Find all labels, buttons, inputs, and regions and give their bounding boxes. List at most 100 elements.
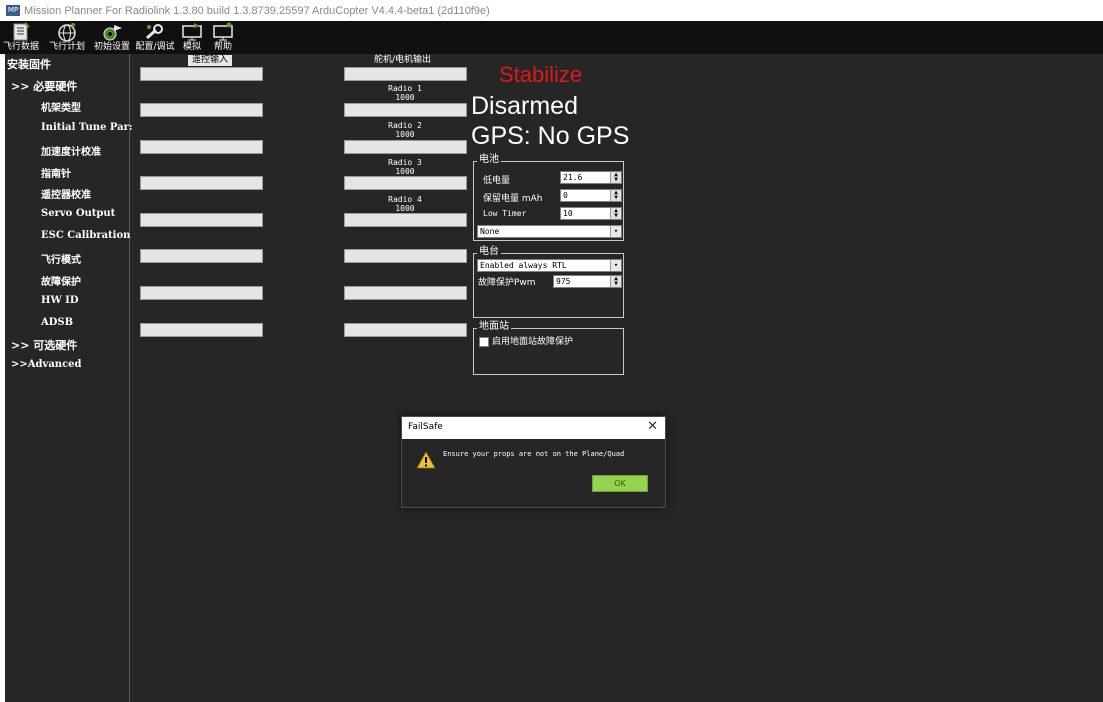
toolbar-label: 飞行计划 [48, 42, 85, 52]
sidebar-item-failsafe[interactable]: 故障保护 [41, 273, 81, 288]
sidebar-item-flight-modes[interactable]: 飞行模式 [41, 251, 81, 266]
toolbar-button-initial-setup[interactable]: 初始设置 [92, 21, 132, 54]
radio-name: Radio 1 [388, 84, 422, 93]
radio-name: Radio 3 [388, 158, 422, 167]
sidebar-item-adsb[interactable]: ADSB [41, 317, 73, 328]
globe-icon [58, 23, 76, 42]
sidebar-item-accel-calibration[interactable]: 加速度计校准 [41, 143, 101, 158]
radio-value: 1000 [395, 167, 415, 176]
ok-button[interactable]: OK [592, 475, 648, 492]
failsafe-pwm-value: 975 [556, 277, 571, 286]
chevron-down-icon: ▾ [610, 260, 621, 271]
radio-name: Radio 4 [388, 195, 422, 204]
sidebar-item-esc-calibration[interactable]: ESC Calibration [41, 230, 130, 241]
window-title: Mission Planner For Radiolink 1.3.80 bui… [24, 4, 490, 17]
wrench-icon [146, 24, 163, 40]
toolbar-label: 配置/调试 [135, 42, 175, 52]
low-voltage-spinner[interactable]: ▲ ▼ [610, 172, 621, 183]
radio-3-label: Radio 3 1000 [365, 158, 445, 176]
radio-1-label: Radio 1 1000 [365, 84, 445, 102]
setup-sidebar: 安装固件 >> 必要硬件 机架类型 Initial Tune Par: 加速度计… [5, 54, 133, 702]
close-icon[interactable]: ✕ [647, 419, 658, 434]
sidebar-item-advanced[interactable]: >>Advanced [11, 359, 82, 370]
gcs-failsafe-checkbox[interactable] [479, 337, 489, 347]
toolbar-button-flight-data[interactable]: 飞行数据 [0, 21, 42, 54]
toolbar-label: 初始设置 [93, 42, 130, 52]
toolbar-button-config-tuning[interactable]: 配置/调试 [134, 21, 176, 54]
battery-group-title: 电池 [477, 154, 501, 166]
sidebar-item-initial-tune[interactable]: Initial Tune Par: [41, 122, 133, 133]
flight-mode-status: Stabilize [499, 62, 583, 87]
servo-output-bar-4 [344, 176, 467, 190]
toolbar-button-flight-plan[interactable]: 飞行计划 [44, 21, 90, 54]
sidebar-item-servo-output[interactable]: Servo Output [41, 208, 115, 219]
gcs-failsafe-group: 地面站 启用地面站故障保护 [473, 321, 624, 375]
reserve-mah-spinner[interactable]: ▲ ▼ [610, 190, 621, 201]
failsafe-pwm-input[interactable]: 975 ▲ ▼ [553, 275, 622, 288]
servo-output-bar-2 [344, 103, 467, 117]
servo-output-bar-5 [344, 213, 467, 227]
radio-2-label: Radio 2 1000 [365, 121, 445, 139]
radio-group-title: 电台 [477, 246, 501, 258]
battery-action-value: None [480, 227, 500, 236]
main-toolbar: 飞行数据 飞行计划 初始设置 配置/调试 模拟 帮助 [0, 21, 1103, 54]
failsafe-pwm-label: 故障保护Pwm [478, 278, 536, 288]
toolbar-label: 飞行数据 [2, 42, 39, 52]
dialog-titlebar: FailSafe ✕ [402, 417, 665, 439]
battery-action-dropdown[interactable]: None ▾ [477, 225, 622, 238]
sidebar-item-mandatory-hardware[interactable]: >> 必要硬件 [11, 78, 77, 94]
rc-input-bar-7 [140, 286, 263, 300]
sidebar-item-optional-hardware[interactable]: >> 可选硬件 [11, 337, 77, 353]
reserve-mah-input[interactable]: 0 ▲ ▼ [560, 189, 622, 202]
failsafe-pwm-spinner[interactable]: ▲ ▼ [610, 276, 621, 287]
low-voltage-input[interactable]: 21.6 ▲ ▼ [560, 171, 622, 184]
radio-value: 1000 [395, 204, 415, 213]
rc-input-bar-2 [140, 103, 263, 117]
dialog-message: Ensure your props are not on the Plane/Q… [443, 450, 625, 458]
servo-output-bar-3 [344, 140, 467, 154]
servo-output-bar-1 [344, 67, 467, 81]
servo-output-title: 舵机/电机输出 [370, 55, 436, 66]
low-timer-spinner[interactable]: ▲ ▼ [610, 208, 621, 219]
armed-status: Disarmed [471, 92, 578, 120]
rc-input-bar-4 [140, 176, 263, 190]
servo-output-bar-6 [344, 249, 467, 263]
rc-input-bar-8 [140, 323, 263, 337]
low-voltage-value: 21.6 [563, 173, 583, 182]
monitor-help-icon [213, 22, 233, 41]
gear-plane-icon [103, 25, 122, 41]
sidebar-item-compass[interactable]: 指南针 [41, 165, 71, 180]
rc-input-title: 遥控输入 [188, 55, 233, 66]
dialog-title: FailSafe [408, 422, 443, 432]
rc-input-bar-3 [140, 140, 263, 154]
low-timer-input[interactable]: 10 ▲ ▼ [560, 207, 622, 220]
sidebar-item-hw-id[interactable]: HW ID [41, 295, 79, 306]
radio-value: 1000 [395, 130, 415, 139]
gps-status: GPS: No GPS [471, 122, 630, 150]
radio-4-label: Radio 4 1000 [365, 195, 445, 213]
radio-action-value: Enabled always RTL [480, 261, 567, 270]
failsafe-dialog: FailSafe ✕ Ensure your props are not on … [401, 416, 666, 508]
toolbar-button-help[interactable]: 帮助 [208, 21, 238, 54]
window-titlebar: MP Mission Planner For Radiolink 1.3.80 … [0, 0, 1103, 21]
sidebar-item-frame-type[interactable]: 机架类型 [41, 99, 81, 114]
radio-action-dropdown[interactable]: Enabled always RTL ▾ [477, 259, 622, 272]
gcs-group-title: 地面站 [477, 321, 511, 333]
setup-main-panel: 安装固件 >> 必要硬件 机架类型 Initial Tune Par: 加速度计… [5, 54, 1103, 702]
gcs-failsafe-label: 启用地面站故障保护 [492, 337, 574, 347]
rc-input-bar-1 [140, 67, 263, 81]
warning-icon [416, 451, 436, 469]
reserve-mah-value: 0 [563, 191, 568, 200]
sidebar-item-radio-calibration[interactable]: 遥控器校准 [41, 186, 91, 201]
low-timer-label: Low Timer [483, 209, 527, 218]
low-timer-value: 10 [563, 209, 573, 218]
monitor-plane-icon [182, 23, 202, 41]
sidebar-item-install-firmware[interactable]: 安装固件 [7, 56, 51, 72]
radio-value: 1000 [395, 93, 415, 102]
battery-failsafe-group: 电池 低电量 21.6 ▲ ▼ 保留电量 mAh 0 ▲ ▼ Low Timer 1… [473, 154, 624, 241]
reserve-mah-label: 保留电量 mAh [483, 194, 543, 204]
rc-input-bar-6 [140, 249, 263, 263]
app-logo-icon: MP [6, 5, 20, 16]
document-icon [13, 22, 30, 41]
toolbar-button-simulation[interactable]: 模拟 [178, 21, 206, 54]
